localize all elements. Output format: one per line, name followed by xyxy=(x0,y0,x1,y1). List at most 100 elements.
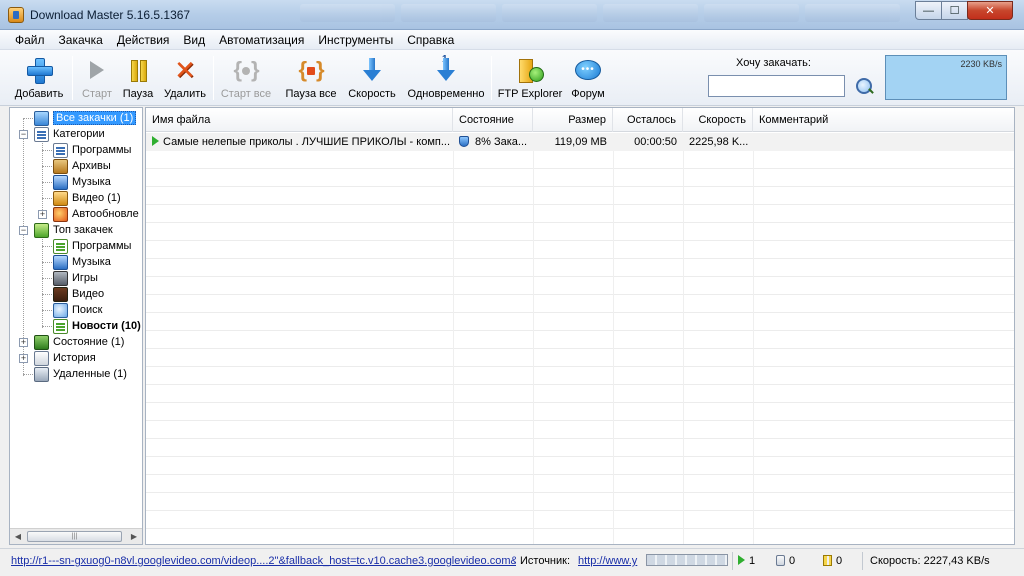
menu-download[interactable]: Закачка xyxy=(52,30,110,50)
tree-item-top-programs[interactable]: Программы xyxy=(53,238,131,254)
menu-bar: Файл Закачка Действия Вид Автоматизация … xyxy=(0,30,1024,50)
table-row[interactable]: Самые нелепые приколы . ЛУЧШИЕ ПРИКОЛЫ -… xyxy=(146,133,1014,151)
tree-label: Видео xyxy=(72,288,105,300)
toolbar-separator xyxy=(72,56,73,100)
tree-item-history[interactable]: История xyxy=(34,350,96,366)
tree-item-top-search[interactable]: Поиск xyxy=(53,302,102,318)
column-header-filename[interactable]: Имя файла xyxy=(146,108,453,132)
tree-line xyxy=(42,182,52,183)
tree-line xyxy=(42,262,52,263)
tree-item-top-games[interactable]: Игры xyxy=(53,270,98,286)
top-music-icon xyxy=(53,254,68,270)
search-go-icon[interactable] xyxy=(856,78,872,94)
menu-automation[interactable]: Автоматизация xyxy=(212,30,311,50)
video-icon xyxy=(53,190,68,206)
column-header-comment[interactable]: Комментарий xyxy=(753,108,1014,132)
expander-history[interactable]: + xyxy=(19,354,28,363)
shield-icon xyxy=(459,136,469,147)
start-all-label: Старт все xyxy=(220,88,272,100)
active-count-text: 1 xyxy=(749,555,756,567)
add-button[interactable]: Добавить xyxy=(10,53,68,103)
scroll-right-arrow-icon[interactable]: ▶ xyxy=(126,529,142,544)
scroll-thumb[interactable]: ||| xyxy=(27,531,122,542)
tree-item-all-downloads[interactable]: Все закачки (1) xyxy=(34,110,137,126)
pause-all-button[interactable]: {} Пауза все xyxy=(282,53,340,103)
menu-file[interactable]: Файл xyxy=(8,30,52,50)
expander-categories[interactable]: − xyxy=(19,130,28,139)
ftp-explorer-button[interactable]: FTP Explorer xyxy=(496,53,564,103)
expander-top-downloads[interactable]: − xyxy=(19,226,28,235)
start-button[interactable]: Старт xyxy=(76,53,118,103)
tree-item-top-video[interactable]: Видео xyxy=(53,286,104,302)
tree-label: Состояние (1) xyxy=(53,336,125,348)
ftp-explorer-label: FTP Explorer xyxy=(497,88,563,100)
forum-chat-icon: ••• xyxy=(575,60,601,80)
all-downloads-icon xyxy=(34,110,49,126)
column-header-speed[interactable]: Скорость xyxy=(683,108,753,132)
menu-actions[interactable]: Действия xyxy=(110,30,177,50)
tree-line xyxy=(42,166,52,167)
tree-item-archives[interactable]: Архивы xyxy=(53,158,111,174)
menu-view[interactable]: Вид xyxy=(176,30,212,50)
tree-item-top-music[interactable]: Музыка xyxy=(53,254,111,270)
queued-count-text: 0 xyxy=(789,555,796,567)
tree-item-categories[interactable]: Категории xyxy=(34,126,105,142)
state-icon xyxy=(34,334,49,350)
menu-help[interactable]: Справка xyxy=(400,30,461,50)
speed-graph-label: 2230 KB/s xyxy=(960,59,1002,69)
tree-label: История xyxy=(53,352,96,364)
delete-button[interactable]: ✕ Удалить xyxy=(160,53,210,103)
tree-item-state[interactable]: Состояние (1) xyxy=(34,334,124,350)
column-header-size[interactable]: Размер xyxy=(533,108,613,132)
active-count: 1 xyxy=(738,553,772,569)
speed-button[interactable]: Скорость xyxy=(345,53,399,103)
title-bar: Download Master 5.16.5.1367 — ☐ ✕ xyxy=(0,0,1024,30)
column-header-remaining[interactable]: Осталось xyxy=(613,108,683,132)
want-download-input[interactable] xyxy=(708,75,845,97)
expander-autoupdate[interactable]: + xyxy=(38,210,47,219)
pause-button[interactable]: Пауза xyxy=(120,53,156,103)
top-programs-icon xyxy=(53,238,68,254)
downloads-grid: Имя файла Состояние Размер Осталось Скор… xyxy=(145,107,1015,545)
close-button[interactable]: ✕ xyxy=(967,1,1013,20)
menu-tools[interactable]: Инструменты xyxy=(311,30,400,50)
tree-line xyxy=(42,246,52,247)
tree-item-top-downloads[interactable]: Топ закачек xyxy=(34,222,113,238)
tree-horizontal-scrollbar[interactable]: ◀ ||| ▶ xyxy=(10,528,142,544)
maximize-button[interactable]: ☐ xyxy=(941,1,968,20)
scroll-left-arrow-icon[interactable]: ◀ xyxy=(10,529,26,544)
start-label: Старт xyxy=(82,88,112,100)
app-icon xyxy=(8,7,24,23)
tree-item-music[interactable]: Музыка xyxy=(53,174,111,190)
tree-item-video[interactable]: Видео (1) xyxy=(53,190,121,206)
tree-label: Архивы xyxy=(72,160,111,172)
filename-text: Самые нелепые приколы . ЛУЧШИЕ ПРИКОЛЫ -… xyxy=(163,136,451,148)
tree-label: Игры xyxy=(72,272,98,284)
remaining-cell: 00:00:50 xyxy=(634,136,677,148)
current-url-link[interactable]: http://r1---sn-gxuog0-n8vl.googlevideo.c… xyxy=(11,553,516,569)
tree-item-programs[interactable]: Программы xyxy=(53,142,131,158)
tree-label: Музыка xyxy=(72,256,111,268)
tree-item-autoupdate[interactable]: Автообновле xyxy=(53,206,139,222)
tree-item-top-news[interactable]: Новости (10) xyxy=(53,318,141,334)
tree-line xyxy=(42,230,43,328)
app-window: Download Master 5.16.5.1367 — ☐ ✕ Файл З… xyxy=(0,0,1024,576)
expander-state[interactable]: + xyxy=(19,338,28,347)
start-all-icon: {} xyxy=(233,57,259,82)
column-header-status[interactable]: Состояние xyxy=(453,108,533,132)
tree-label: Все закачки (1) xyxy=(53,111,137,125)
minimize-button[interactable]: — xyxy=(915,1,942,20)
source-url-link[interactable]: http://www.y xyxy=(578,553,640,569)
toolbar: Добавить Старт Пауза ✕ Удалить {} Старт … xyxy=(0,50,1024,106)
add-label: Добавить xyxy=(14,88,64,100)
simultaneous-button[interactable]: 1 Одновременно xyxy=(404,53,488,103)
filename-cell: Самые нелепые приколы . ЛУЧШИЕ ПРИКОЛЫ -… xyxy=(146,133,453,151)
start-all-button[interactable]: {} Старт все xyxy=(217,53,275,103)
forum-button[interactable]: ••• Форум xyxy=(567,53,609,103)
tree-label: Программы xyxy=(72,144,132,156)
window-title: Download Master 5.16.5.1367 xyxy=(30,8,191,22)
paused-count: 0 xyxy=(823,553,857,569)
forum-label: Форум xyxy=(571,88,605,100)
tree-item-deleted[interactable]: Удаленные (1) xyxy=(34,366,127,382)
queued-count: 0 xyxy=(776,553,810,569)
